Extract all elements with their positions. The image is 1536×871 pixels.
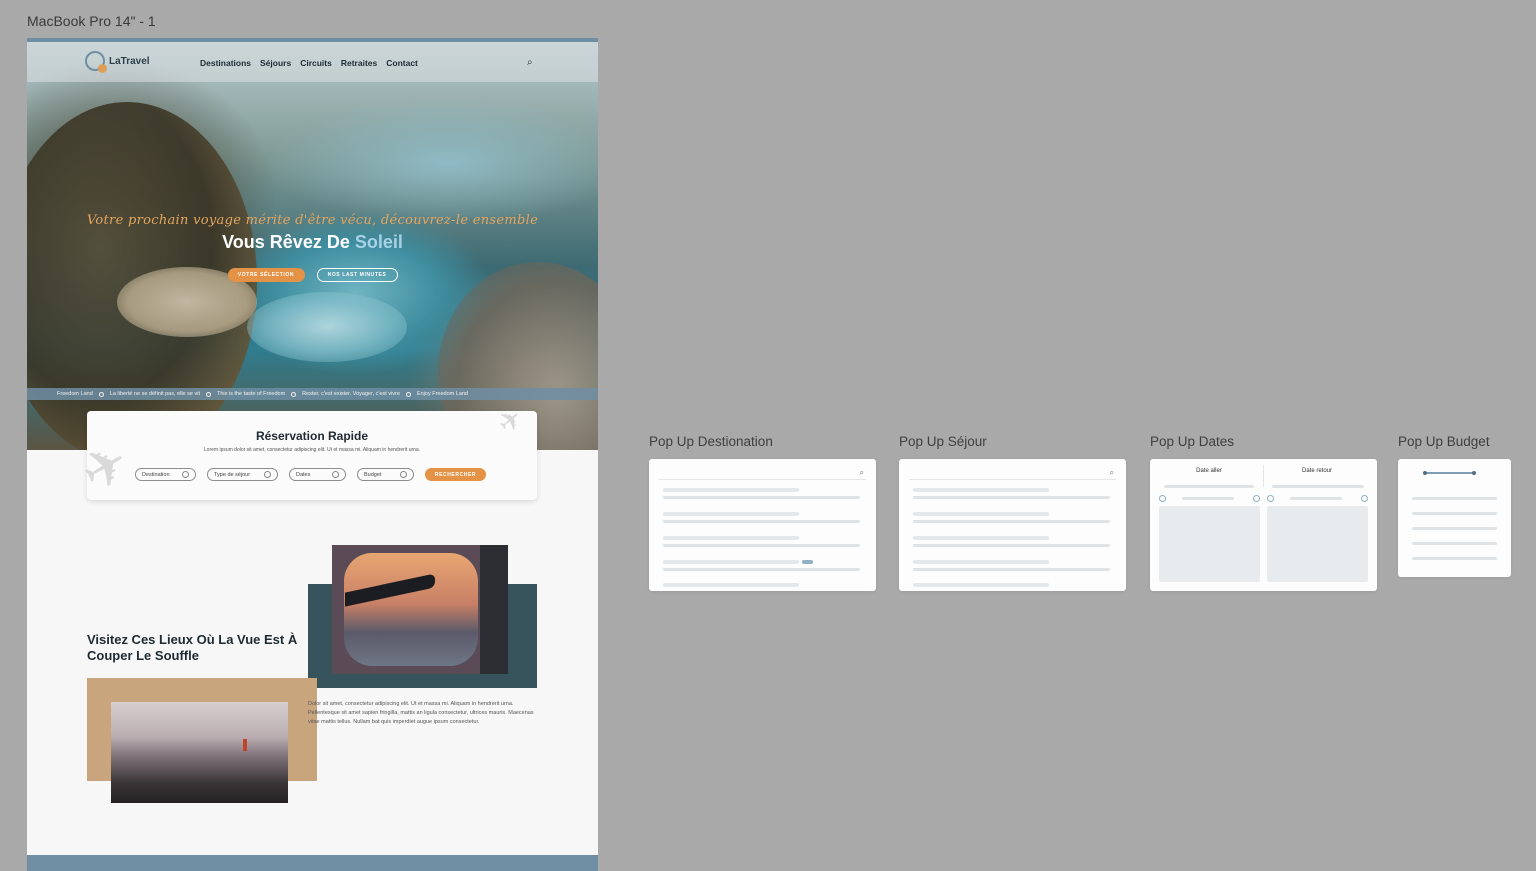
popup-destination-label: Pop Up Destionation (649, 434, 773, 449)
booking-card: ✈ ✈ Réservation Rapide Lorem ipsum dolor… (71, 401, 537, 505)
last-minutes-button[interactable]: NOS LAST MINUTES (316, 268, 398, 282)
dates-select[interactable]: Dates (289, 468, 346, 481)
hero-buttons: VOTRE SÉLECTION NOS LAST MINUTES (27, 268, 598, 282)
landscape-image (111, 702, 288, 803)
chevron-right-icon[interactable] (1361, 495, 1368, 502)
hero-title: Vous Rêvez De Soleil (222, 232, 403, 252)
chevron-down-icon (264, 471, 271, 478)
popup-budget-label: Pop Up Budget (1398, 434, 1490, 449)
hiker-figure (243, 739, 247, 751)
nav-sejours[interactable]: Séjours (260, 58, 291, 68)
ticker-dot-icon (205, 391, 211, 397)
section-body: Dolor sit amet, consectetur adipiscing e… (308, 701, 534, 725)
ticker-dot-icon (405, 391, 411, 397)
budget-select[interactable]: Budget (357, 468, 414, 481)
slider-handle-min[interactable] (1423, 471, 1427, 475)
popup-sejour-label: Pop Up Séjour (899, 434, 987, 449)
hero-tagline: Votre prochain voyage mérite d'être vécu… (86, 213, 539, 228)
nav-links: Destinations Séjours Circuits Retraites … (200, 58, 418, 68)
logo[interactable]: LaTravel (85, 51, 150, 73)
logo-text: LaTravel (109, 55, 150, 67)
search-icon: ⌕ (859, 468, 864, 477)
ticker-item: Rester, c'est exister. Voyager, c'est vi… (302, 391, 400, 397)
ticker-item: La liberté ne se définit pas, elle se vi… (109, 391, 200, 397)
ticker-item: Freedom Land (57, 391, 93, 397)
popup-search-input[interactable]: ⌕ (909, 468, 1116, 480)
booking-subtitle: Lorem ipsum dolor sit amet, consectetur … (203, 447, 421, 453)
popup-sejour[interactable]: ⌕ (899, 459, 1126, 591)
selected-pill[interactable] (802, 560, 813, 564)
chevron-left-icon[interactable] (1159, 495, 1166, 502)
popup-budget[interactable] (1398, 459, 1511, 577)
airplane-window-image (332, 545, 508, 674)
ticker-item: This is the taste of Freedom (216, 391, 286, 397)
chevron-down-icon (400, 471, 407, 478)
popup-dates-label: Pop Up Dates (1150, 434, 1235, 449)
section-title: Visitez Ces Lieux Où La Vue Est À Couper… (87, 632, 298, 663)
chevron-left-icon[interactable] (1267, 495, 1274, 502)
search-button[interactable]: RECHERCHER (425, 468, 486, 481)
frame-label: MacBook Pro 14" - 1 (27, 13, 156, 29)
artboard-macbook[interactable]: LaTravel Destinations Séjours Circuits R… (27, 38, 598, 871)
destination-select[interactable]: Destination (135, 468, 196, 481)
popup-dates[interactable]: Date aller Date retour (1150, 459, 1377, 591)
popup-destination[interactable]: ⌕ (649, 459, 876, 591)
chevron-right-icon[interactable] (1253, 495, 1260, 502)
ticker-item: Enjoy Freedom Land (416, 391, 468, 397)
type-sejour-select[interactable]: Type de séjour (207, 468, 278, 481)
booking-fields: Destination Type de séjour Dates Budget … (135, 468, 486, 481)
footer-bar (27, 855, 598, 871)
chevron-down-icon (332, 471, 339, 478)
navbar: LaTravel Destinations Séjours Circuits R… (27, 42, 598, 82)
nav-retraites[interactable]: Retraites (341, 58, 377, 68)
calendar-aller[interactable] (1159, 506, 1260, 582)
search-icon: ⌕ (1109, 468, 1114, 477)
ticker-dot-icon (291, 391, 297, 397)
nav-circuits[interactable]: Circuits (300, 58, 332, 68)
calendar-retour[interactable] (1267, 506, 1368, 582)
slider-handle-max[interactable] (1472, 471, 1476, 475)
chevron-down-icon (182, 471, 189, 478)
selection-button[interactable]: VOTRE SÉLECTION (227, 268, 305, 282)
booking-title: Réservation Rapide (255, 429, 369, 443)
popup-search-input[interactable]: ⌕ (659, 468, 866, 480)
logo-icon (85, 51, 107, 73)
search-icon[interactable]: ⌕ (527, 57, 538, 68)
date-retour-label: Date retour (1301, 468, 1332, 474)
date-aller-label: Date aller (1196, 468, 1222, 474)
nav-destinations[interactable]: Destinations (200, 58, 251, 68)
budget-slider[interactable] (1425, 472, 1475, 474)
ticker-band: Freedom Land La liberté ne se définit pa… (27, 388, 598, 400)
nav-contact[interactable]: Contact (386, 58, 418, 68)
ticker-dot-icon (98, 391, 104, 397)
